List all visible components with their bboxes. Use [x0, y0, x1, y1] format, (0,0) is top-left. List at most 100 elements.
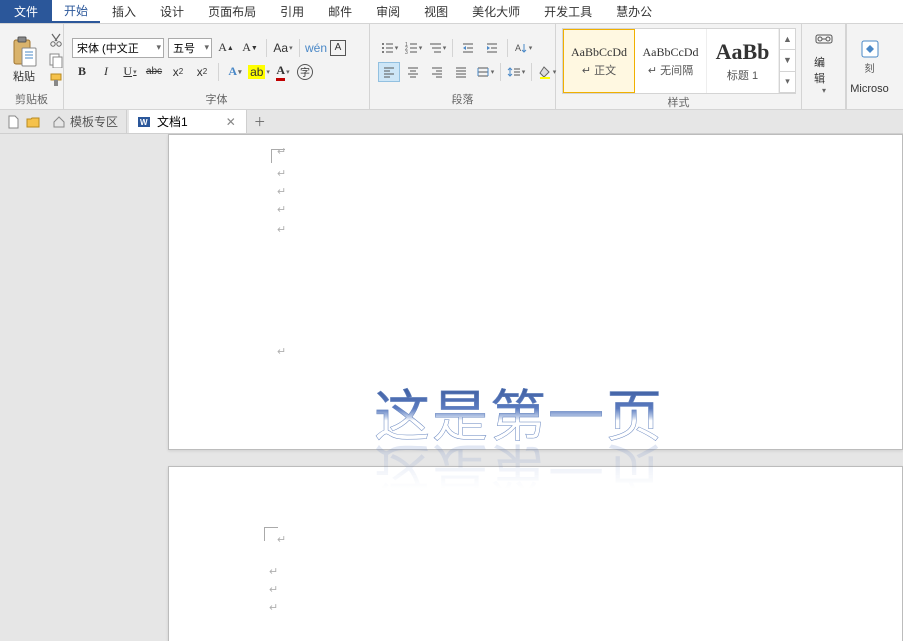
styles-scroll: ▲ ▼ ▾	[779, 29, 795, 93]
paragraph-mark: ↵	[277, 185, 286, 198]
home-icon	[52, 115, 66, 129]
paste-icon	[10, 36, 38, 68]
new-file-icon[interactable]	[4, 113, 22, 131]
paragraph-mark: ↵	[277, 145, 286, 158]
svg-text:A: A	[515, 43, 521, 53]
paragraph-mark: ↵	[269, 583, 278, 596]
find-icon[interactable]	[814, 30, 834, 50]
separator	[266, 39, 267, 57]
word-doc-icon: W	[137, 115, 151, 129]
ribbon-group-font: 宋体 (中文正 五号 A▲ A▼ Aa wén A B I U abc x2 x	[64, 24, 370, 109]
styles-group-label: 样式	[560, 96, 797, 110]
paste-button[interactable]: 粘贴	[4, 34, 44, 86]
superscript-button[interactable]: x2	[192, 62, 212, 82]
style-heading1[interactable]: AaBb 标题 1	[707, 29, 779, 93]
editing-group-label	[806, 99, 841, 109]
paragraph-mark: ↵	[277, 223, 286, 236]
document-canvas: ↵ ↵ ↵ ↵ ↵ ↵ ↵ ↵ ↵ ↵ 这是第一页 这是第一页	[0, 134, 903, 641]
menu-tab-insert[interactable]: 插入	[100, 0, 148, 23]
styles-scroll-down[interactable]: ▼	[780, 50, 795, 71]
align-right-button[interactable]	[426, 62, 448, 82]
separator	[531, 63, 532, 81]
menu-tab-layout[interactable]: 页面布局	[196, 0, 268, 23]
menu-tab-design[interactable]: 设计	[148, 0, 196, 23]
paragraph-mark: ↵	[277, 167, 286, 180]
new-tab-button[interactable]: ＋	[249, 113, 271, 130]
margin-corner-icon	[264, 527, 278, 541]
bullets-button[interactable]	[378, 38, 400, 58]
multilevel-list-button[interactable]	[426, 38, 448, 58]
paragraph-group-label: 段落	[374, 93, 551, 109]
paragraph-mark: ↵	[277, 203, 286, 216]
bold-button[interactable]: B	[72, 62, 92, 82]
styles-gallery[interactable]: AaBbCcDd ↵ 正文 AaBbCcDd ↵ 无间隔 AaBb 标题 1 ▲…	[562, 28, 796, 94]
ribbon-group-clipboard: 粘贴 剪贴板	[0, 24, 64, 109]
styles-scroll-up[interactable]: ▲	[780, 29, 795, 50]
text-effects-button[interactable]: A	[225, 62, 245, 82]
menu-tab-huiban[interactable]: 慧办公	[604, 0, 664, 23]
menu-tab-developer[interactable]: 开发工具	[532, 0, 604, 23]
font-color-button[interactable]: A	[273, 62, 293, 82]
increase-indent-button[interactable]	[481, 38, 503, 58]
decrease-indent-button[interactable]	[457, 38, 479, 58]
format-painter-icon[interactable]	[48, 72, 64, 88]
svg-text:W: W	[140, 118, 148, 127]
style-label: ↵ 正文	[582, 62, 616, 78]
ribbon-group-styles: AaBbCcDd ↵ 正文 AaBbCcDd ↵ 无间隔 AaBb 标题 1 ▲…	[556, 24, 802, 109]
menu-tab-references[interactable]: 引用	[268, 0, 316, 23]
cut-icon[interactable]	[48, 32, 64, 48]
shading-button[interactable]	[536, 62, 558, 82]
menu-tab-mail[interactable]: 邮件	[316, 0, 364, 23]
subscript-button[interactable]: x2	[168, 62, 188, 82]
style-normal[interactable]: AaBbCcDd ↵ 正文	[563, 29, 635, 93]
font-size-combo[interactable]: 五号	[168, 38, 212, 58]
separator	[452, 39, 453, 57]
shrink-font-button[interactable]: A▼	[240, 38, 260, 58]
text-direction-button[interactable]: A	[512, 38, 534, 58]
char-border-button[interactable]: A	[330, 40, 346, 56]
copy-icon[interactable]	[48, 52, 64, 68]
template-zone-button[interactable]: 模板专区	[44, 110, 127, 133]
strikethrough-button[interactable]: abc	[144, 62, 164, 82]
ribbon-group-editing: 编辑 ▾	[802, 24, 846, 109]
change-case-button[interactable]: Aa	[273, 38, 293, 58]
template-zone-label: 模板专区	[70, 113, 118, 130]
menu-tab-review[interactable]: 审阅	[364, 0, 412, 23]
line-spacing-button[interactable]	[505, 62, 527, 82]
italic-button[interactable]: I	[96, 62, 116, 82]
style-preview: AaBbCcDd	[643, 45, 699, 60]
align-left-button[interactable]	[378, 62, 400, 82]
menu-tab-beautify[interactable]: 美化大师	[460, 0, 532, 23]
addon-sublabel: Microso	[850, 83, 889, 95]
font-name-combo[interactable]: 宋体 (中文正	[72, 38, 164, 58]
numbering-button[interactable]: 123	[402, 38, 424, 58]
style-preview: AaBb	[716, 39, 770, 65]
editing-label[interactable]: 编辑	[814, 54, 834, 86]
style-label: ↵ 无间隔	[648, 62, 693, 78]
open-folder-icon[interactable]	[24, 113, 42, 131]
align-justify-button[interactable]	[450, 62, 472, 82]
menu-file[interactable]: 文件	[0, 0, 52, 23]
document-tab[interactable]: W 文档1 ✕	[129, 110, 247, 133]
clipboard-group-label: 剪贴板	[4, 93, 59, 109]
style-nospacing[interactable]: AaBbCcDd ↵ 无间隔	[635, 29, 707, 93]
enclosed-char-button[interactable]: 字	[297, 64, 313, 80]
phonetic-guide-button[interactable]: wén	[306, 38, 326, 58]
svg-text:3: 3	[405, 50, 408, 55]
menu-bar: 文件 开始 插入 设计 页面布局 引用 邮件 审阅 视图 美化大师 开发工具 慧…	[0, 0, 903, 24]
paragraph-mark: ↵	[269, 565, 278, 578]
align-distributed-button[interactable]	[474, 62, 496, 82]
separator	[500, 63, 501, 81]
close-tab-button[interactable]: ✕	[224, 115, 238, 129]
highlight-button[interactable]: ab	[249, 62, 269, 82]
ribbon: 粘贴 剪贴板 宋体 (中文正 五号 A▲ A▼ Aa wén	[0, 24, 903, 110]
align-center-button[interactable]	[402, 62, 424, 82]
document-tab-label: 文档1	[157, 113, 188, 130]
ribbon-group-paragraph: 123 A	[370, 24, 556, 109]
menu-tab-home[interactable]: 开始	[52, 0, 100, 23]
addon-icon[interactable]	[859, 38, 881, 60]
menu-tab-view[interactable]: 视图	[412, 0, 460, 23]
styles-expand[interactable]: ▾	[780, 72, 795, 93]
grow-font-button[interactable]: A▲	[216, 38, 236, 58]
underline-button[interactable]: U	[120, 62, 140, 82]
